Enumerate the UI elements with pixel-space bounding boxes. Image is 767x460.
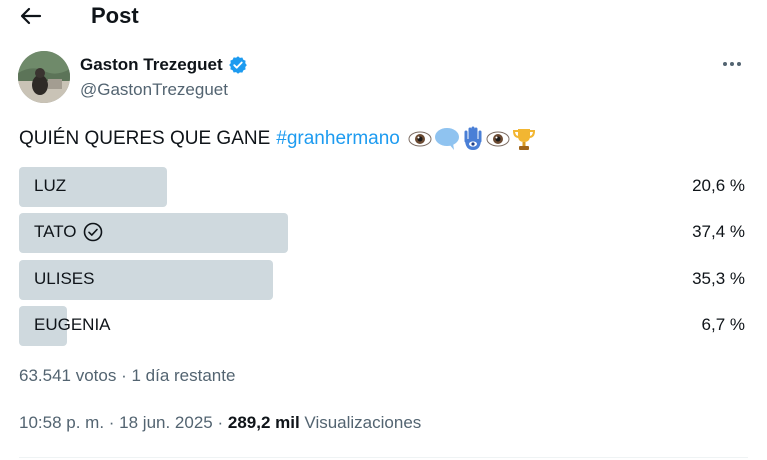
tweet-body: QUIÉN QUERES QUE GANE bbox=[19, 128, 271, 149]
poll-option-percent: 35,3 % bbox=[692, 269, 745, 288]
poll-option-text: TATO bbox=[34, 222, 77, 241]
timestamp[interactable]: 10:58 p. m. · 18 jun. 2025 · bbox=[19, 413, 228, 432]
poll-option-percent: 37,4 % bbox=[692, 222, 745, 241]
author-name-text: Gaston Trezeguet bbox=[80, 55, 223, 74]
page-title: Post bbox=[91, 3, 139, 28]
speech-bubble-icon bbox=[434, 128, 459, 150]
post-page: Post Gaston Trezeguet @GastonTrezeguet Q… bbox=[0, 0, 767, 460]
poll-option-percent: 6,7 % bbox=[701, 315, 745, 334]
avatar[interactable] bbox=[18, 51, 70, 103]
trophy-icon bbox=[512, 129, 535, 150]
poll-option-ulises: ULISES 35,3 % bbox=[19, 260, 746, 300]
hashtag-link[interactable]: #granhermano bbox=[276, 128, 400, 150]
arrow-left-icon bbox=[20, 7, 42, 25]
divider bbox=[19, 457, 748, 458]
views-count: 289,2 mil bbox=[227, 413, 300, 432]
poll-option-label: TATO bbox=[34, 222, 103, 242]
author-name[interactable]: Gaston Trezeguet bbox=[80, 55, 248, 75]
poll-option-label: ULISES bbox=[34, 269, 94, 289]
tweet-text: QUIÉN QUERES QUE GANE #granhermano bbox=[19, 126, 536, 152]
hamsa-icon bbox=[464, 126, 482, 150]
avatar-image bbox=[18, 51, 70, 103]
poll-option-label: EUGENIA bbox=[34, 315, 111, 335]
poll-option-tato: TATO 37,4 % bbox=[19, 213, 746, 253]
verified-badge-icon bbox=[228, 56, 247, 74]
poll-option-luz: LUZ 20,6 % bbox=[19, 167, 746, 207]
back-button[interactable] bbox=[16, 2, 46, 30]
timestamp-line: 10:58 p. m. · 18 jun. 2025 · 289,2 mil V… bbox=[19, 413, 421, 433]
author-handle[interactable]: @GastonTrezeguet bbox=[80, 80, 228, 100]
poll-option-text: ULISES bbox=[34, 269, 95, 288]
eye-emoji-icon bbox=[408, 131, 432, 147]
eye-emoji-icon-2 bbox=[486, 131, 510, 147]
more-options-button[interactable] bbox=[716, 52, 748, 76]
poll-option-text: LUZ bbox=[34, 176, 67, 195]
poll-option-label: LUZ bbox=[34, 176, 66, 196]
emoji-row bbox=[408, 126, 536, 152]
poll-option-text: EUGENIA bbox=[34, 315, 111, 334]
check-circle-icon bbox=[83, 222, 102, 242]
poll-option-percent: 20,6 % bbox=[692, 176, 745, 195]
views-label: Visualizaciones bbox=[299, 413, 422, 432]
poll-option-eugenia: EUGENIA 6,7 % bbox=[19, 306, 746, 346]
more-horizontal-icon bbox=[723, 62, 741, 66]
poll-meta: 63.541 votos · 1 día restante bbox=[19, 366, 236, 385]
header: Post bbox=[0, 0, 767, 38]
